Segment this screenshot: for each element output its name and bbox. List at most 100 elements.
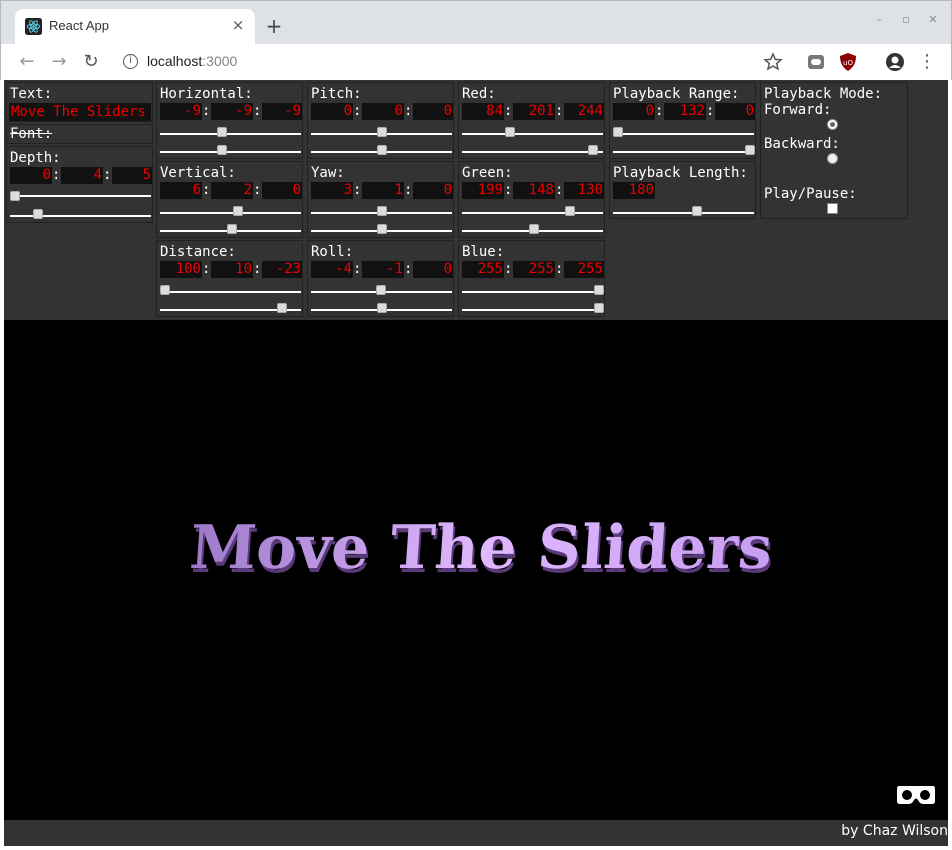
roll-value-field[interactable]: -1 [362, 261, 404, 278]
red-slider-a-thumb[interactable] [505, 127, 515, 137]
horizontal-slider-b[interactable] [160, 151, 301, 153]
roll-label: Roll: [311, 244, 354, 260]
pitch-max-field[interactable]: 0 [413, 103, 453, 120]
pitch-slider-a-thumb[interactable] [377, 127, 387, 137]
roll-min-field[interactable]: -4 [311, 261, 353, 278]
playback-length-field[interactable]: 180 [613, 182, 655, 199]
red-value-field[interactable]: 201 [513, 103, 555, 120]
yaw-slider-b-thumb[interactable] [377, 224, 387, 234]
roll-max-field[interactable]: 0 [413, 261, 453, 278]
forward-icon[interactable]: → [47, 50, 71, 74]
info-icon[interactable]: i [123, 54, 138, 69]
distance-slider-b-thumb[interactable] [277, 303, 287, 313]
address-bar[interactable]: localhost:3000 [147, 53, 237, 69]
blue-max-field[interactable]: 255 [564, 261, 604, 278]
play-pause-checkbox[interactable] [827, 203, 838, 214]
depth-slider-a[interactable] [10, 195, 151, 197]
depth-value-field[interactable]: 4 [61, 167, 103, 184]
blue-slider-a-thumb[interactable] [594, 285, 604, 295]
distance-max-field[interactable]: -23 [262, 261, 302, 278]
roll-slider-a-thumb[interactable] [376, 285, 386, 295]
browser-tab[interactable]: React App × [15, 9, 255, 45]
red-slider-b-thumb[interactable] [588, 145, 598, 155]
depth-slider-b-thumb[interactable] [33, 209, 43, 219]
vr-headset-icon[interactable] [896, 783, 936, 807]
new-tab-button[interactable]: + [263, 15, 285, 37]
text-input[interactable]: Move The Sliders [9, 103, 151, 121]
roll-slider-b-thumb[interactable] [377, 303, 387, 313]
yaw-min-field[interactable]: 3 [311, 182, 353, 199]
maximize-icon[interactable]: ▫ [898, 13, 914, 26]
ublock-shield-icon[interactable]: uO [838, 52, 858, 72]
extension-chat-icon[interactable] [806, 52, 826, 72]
vertical-slider-a[interactable] [160, 212, 301, 214]
yaw-slider-a-thumb[interactable] [377, 206, 387, 216]
blue-slider-a[interactable] [462, 291, 603, 293]
red-max-field[interactable]: 244 [564, 103, 604, 120]
bookmark-star-icon[interactable] [763, 52, 783, 72]
backward-radio[interactable] [827, 153, 838, 164]
depth-min-field[interactable]: 0 [10, 167, 52, 184]
yaw-max-field[interactable]: 0 [413, 182, 453, 199]
playback-range-min-field[interactable]: 0 [613, 103, 655, 120]
menu-kebab-icon[interactable]: ⋮ [915, 50, 939, 74]
playback-range-max-field[interactable]: 0 [715, 103, 755, 120]
playback-range-slider-b[interactable] [613, 151, 754, 153]
minimize-icon[interactable]: – [871, 13, 887, 26]
playback-length-slider-thumb[interactable] [692, 206, 702, 216]
3d-text-scene[interactable]: Move The Sliders Move The Sliders [4, 320, 948, 820]
profile-avatar-icon[interactable] [885, 52, 905, 72]
depth-slider-b[interactable] [10, 215, 151, 217]
playback-length-panel: Playback Length: 180 [609, 161, 756, 219]
green-max-field[interactable]: 130 [564, 182, 604, 199]
playback-length-slider[interactable] [613, 212, 754, 214]
green-min-field[interactable]: 199 [462, 182, 504, 199]
blue-slider-b-thumb[interactable] [594, 303, 604, 313]
pitch-value-field[interactable]: 0 [362, 103, 404, 120]
playback-range-slider-a[interactable] [613, 133, 754, 135]
playback-range-slider-b-thumb[interactable] [745, 145, 755, 155]
depth-slider-a-thumb[interactable] [10, 191, 20, 201]
forward-radio[interactable] [827, 119, 838, 130]
distance-min-field[interactable]: 100 [160, 261, 202, 278]
playback-mode-label: Playback Mode: [764, 86, 883, 102]
playback-range-value-field[interactable]: 132 [664, 103, 706, 120]
horizontal-slider-a[interactable] [160, 133, 301, 135]
playback-mode-panel: Playback Mode: Forward: Backward: Play/P… [760, 82, 908, 219]
font-label[interactable]: Font: [10, 126, 52, 142]
red-slider-b[interactable] [462, 151, 603, 153]
blue-min-field[interactable]: 255 [462, 261, 504, 278]
text-label: Text: [10, 86, 53, 102]
horizontal-slider-b-thumb[interactable] [217, 145, 227, 155]
close-tab-icon[interactable]: × [229, 16, 247, 34]
vertical-slider-a-thumb[interactable] [233, 206, 243, 216]
depth-max-field[interactable]: 5 [112, 167, 152, 184]
playback-range-slider-a-thumb[interactable] [613, 127, 623, 137]
green-slider-b-thumb[interactable] [529, 224, 539, 234]
horizontal-max-field[interactable]: -9 [262, 103, 302, 120]
distance-slider-a-thumb[interactable] [160, 285, 170, 295]
close-window-icon[interactable]: ✕ [925, 13, 941, 26]
author-credit: by Chaz Wilson [841, 823, 948, 839]
green-slider-a[interactable] [462, 212, 603, 214]
red-slider-a[interactable] [462, 133, 603, 135]
pitch-slider-b-thumb[interactable] [377, 145, 387, 155]
yaw-value-field[interactable]: 1 [362, 182, 404, 199]
vertical-min-field[interactable]: 6 [160, 182, 202, 199]
red-min-field[interactable]: 84 [462, 103, 504, 120]
vertical-slider-b-thumb[interactable] [227, 224, 237, 234]
vertical-value-field[interactable]: 2 [211, 182, 253, 199]
blue-slider-b[interactable] [462, 309, 603, 311]
horizontal-slider-a-thumb[interactable] [217, 127, 227, 137]
horizontal-value-field[interactable]: -9 [211, 103, 253, 120]
distance-value-field[interactable]: 10 [211, 261, 253, 278]
vertical-max-field[interactable]: 0 [262, 182, 302, 199]
green-slider-a-thumb[interactable] [565, 206, 575, 216]
reload-icon[interactable]: ↻ [79, 50, 103, 74]
distance-slider-a[interactable] [160, 291, 301, 293]
green-value-field[interactable]: 148 [513, 182, 555, 199]
horizontal-min-field[interactable]: -9 [160, 103, 202, 120]
back-icon[interactable]: ← [15, 50, 39, 74]
pitch-min-field[interactable]: 0 [311, 103, 353, 120]
blue-value-field[interactable]: 255 [513, 261, 555, 278]
